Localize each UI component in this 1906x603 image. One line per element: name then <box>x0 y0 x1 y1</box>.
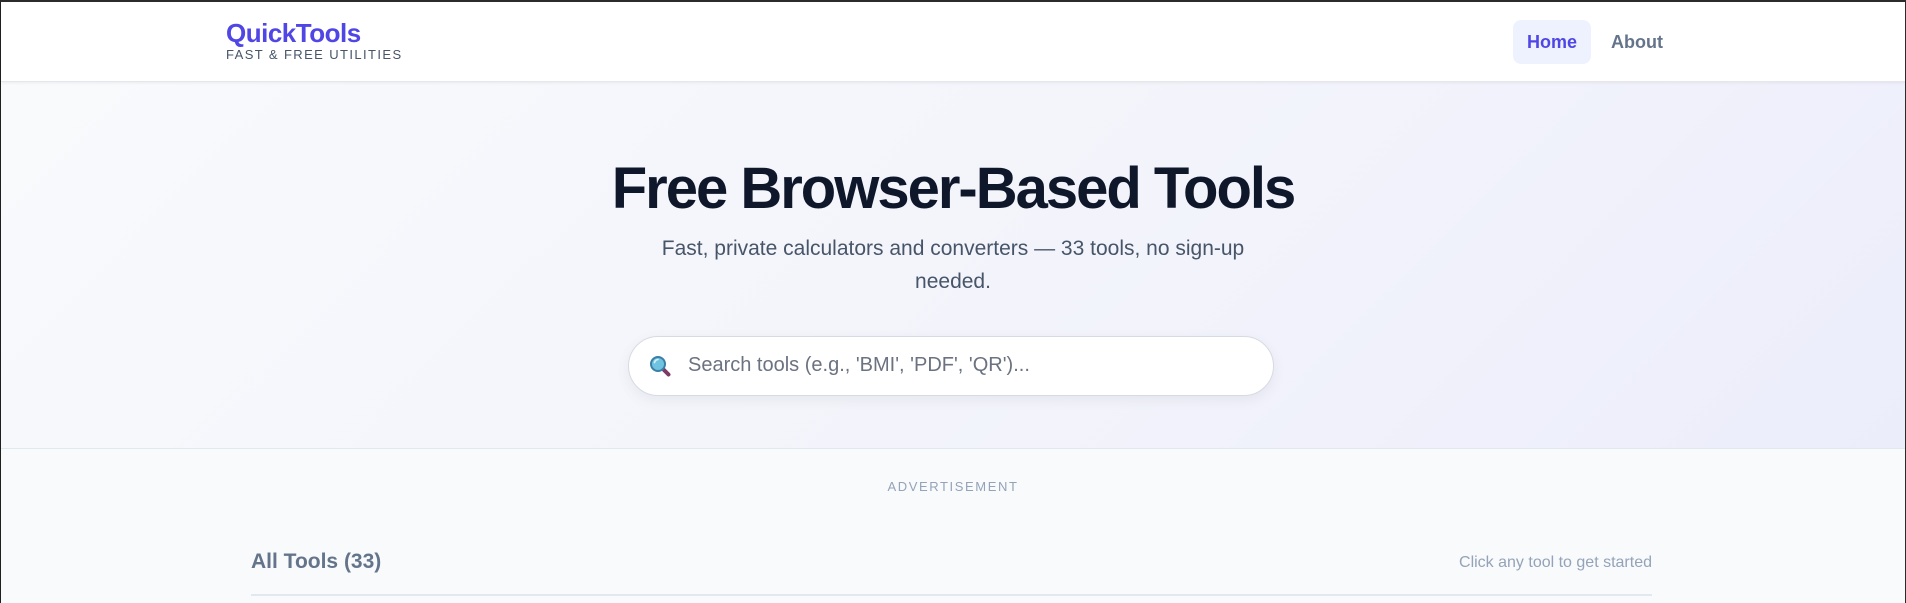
hero-title: Free Browser-Based Tools <box>611 156 1297 221</box>
magnifying-glass-icon <box>649 355 671 377</box>
brand-tagline: FAST & FREE UTILITIES <box>226 47 403 62</box>
tools-hint-text: Click any tool to get started <box>1459 554 1652 571</box>
search-input[interactable] <box>688 337 1248 394</box>
search-bar[interactable] <box>628 336 1274 396</box>
nav-home-link[interactable]: Home <box>1513 20 1592 64</box>
brand-name[interactable]: QuickTools <box>226 18 403 48</box>
nav-about-link[interactable]: About <box>1597 20 1677 64</box>
page: QuickTools FAST & FREE UTILITIES Home Ab… <box>0 2 1905 603</box>
hero-section: Free Browser-Based Tools Fast, private c… <box>1 82 1905 449</box>
brand-logo[interactable]: QuickTools FAST & FREE UTILITIES <box>226 18 403 62</box>
site-header: QuickTools FAST & FREE UTILITIES Home Ab… <box>1 2 1905 82</box>
hero-subtitle: Fast, private calculators and converters… <box>661 237 1245 293</box>
main-nav: Home About <box>1513 20 1677 64</box>
all-tools-heading: All Tools (33) <box>251 550 382 573</box>
section-divider <box>251 594 1652 596</box>
advertisement-label: ADVERTISEMENT <box>887 479 1019 494</box>
